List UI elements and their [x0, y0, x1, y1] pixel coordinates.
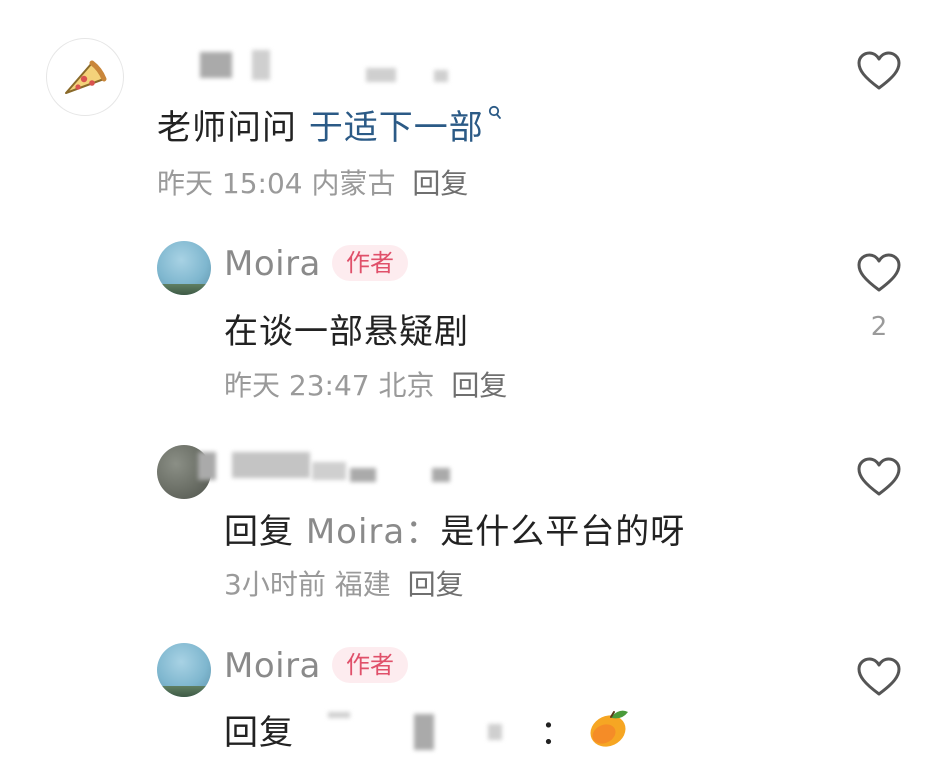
colon: ：	[540, 713, 575, 753]
username-redacted	[414, 714, 434, 750]
reply-prefix: 回复	[224, 713, 294, 753]
author-name[interactable]: Moira	[224, 244, 321, 284]
author-avatar[interactable]	[157, 241, 211, 295]
reply-prefix: 回复	[224, 512, 294, 552]
username-redacted	[488, 724, 502, 740]
comment-text: 老师问问 于适下一部	[157, 100, 502, 149]
comment-location: 福建	[334, 568, 391, 601]
comment-text-prefix: 老师问问	[157, 108, 309, 148]
comment-time: 3小时前	[224, 568, 326, 601]
avatar[interactable]	[46, 38, 124, 116]
username-redacted	[252, 50, 270, 80]
username-redacted[interactable]	[198, 452, 216, 480]
author-name[interactable]: Moira	[224, 646, 321, 686]
comment-body: 是什么平台的呀	[440, 512, 686, 552]
author-badge: 作者	[332, 647, 408, 683]
search-link-label: 于适下一部	[308, 108, 484, 148]
like-heart-icon[interactable]	[856, 50, 902, 92]
avatar-landscape	[157, 686, 211, 697]
reply-to-user[interactable]: Moira：	[306, 512, 440, 552]
username-redacted	[232, 452, 310, 478]
reply-button[interactable]: 回复	[408, 568, 464, 601]
pizza-slice-icon	[65, 60, 107, 94]
like-heart-icon[interactable]	[856, 656, 902, 698]
comment-location: 内蒙古	[311, 167, 396, 200]
username-redacted	[328, 712, 350, 718]
author-avatar[interactable]	[157, 643, 211, 697]
username-redacted	[350, 468, 376, 482]
search-link[interactable]: 于适下一部	[308, 105, 502, 148]
username-redacted	[434, 70, 448, 82]
reply-button[interactable]: 回复	[412, 167, 468, 200]
comment-time: 昨天 23:47	[224, 369, 370, 402]
search-icon	[488, 105, 501, 119]
username-redacted	[432, 468, 450, 482]
avatar-landscape	[157, 284, 211, 295]
reply-button[interactable]: 回复	[451, 369, 507, 402]
comment-location: 北京	[378, 369, 435, 402]
comment-text: 在谈一部悬疑剧	[224, 312, 469, 352]
author-badge: 作者	[332, 245, 408, 281]
comment-meta: 3小时前 福建 回复	[224, 563, 464, 603]
like-count: 2	[870, 312, 888, 342]
username-redacted	[312, 462, 346, 480]
comment-meta: 昨天 15:04 内蒙古 回复	[157, 162, 468, 202]
comment-meta: 昨天 23:47 北京 回复	[224, 364, 507, 404]
comment-text: 回复 Moira：是什么平台的呀	[224, 504, 685, 553]
mango-icon	[590, 710, 628, 747]
username-redacted	[366, 68, 396, 82]
username-redacted[interactable]	[200, 52, 232, 78]
comment-time: 昨天 15:04	[157, 167, 303, 200]
like-heart-icon[interactable]	[856, 456, 902, 498]
like-heart-icon[interactable]	[856, 252, 902, 294]
